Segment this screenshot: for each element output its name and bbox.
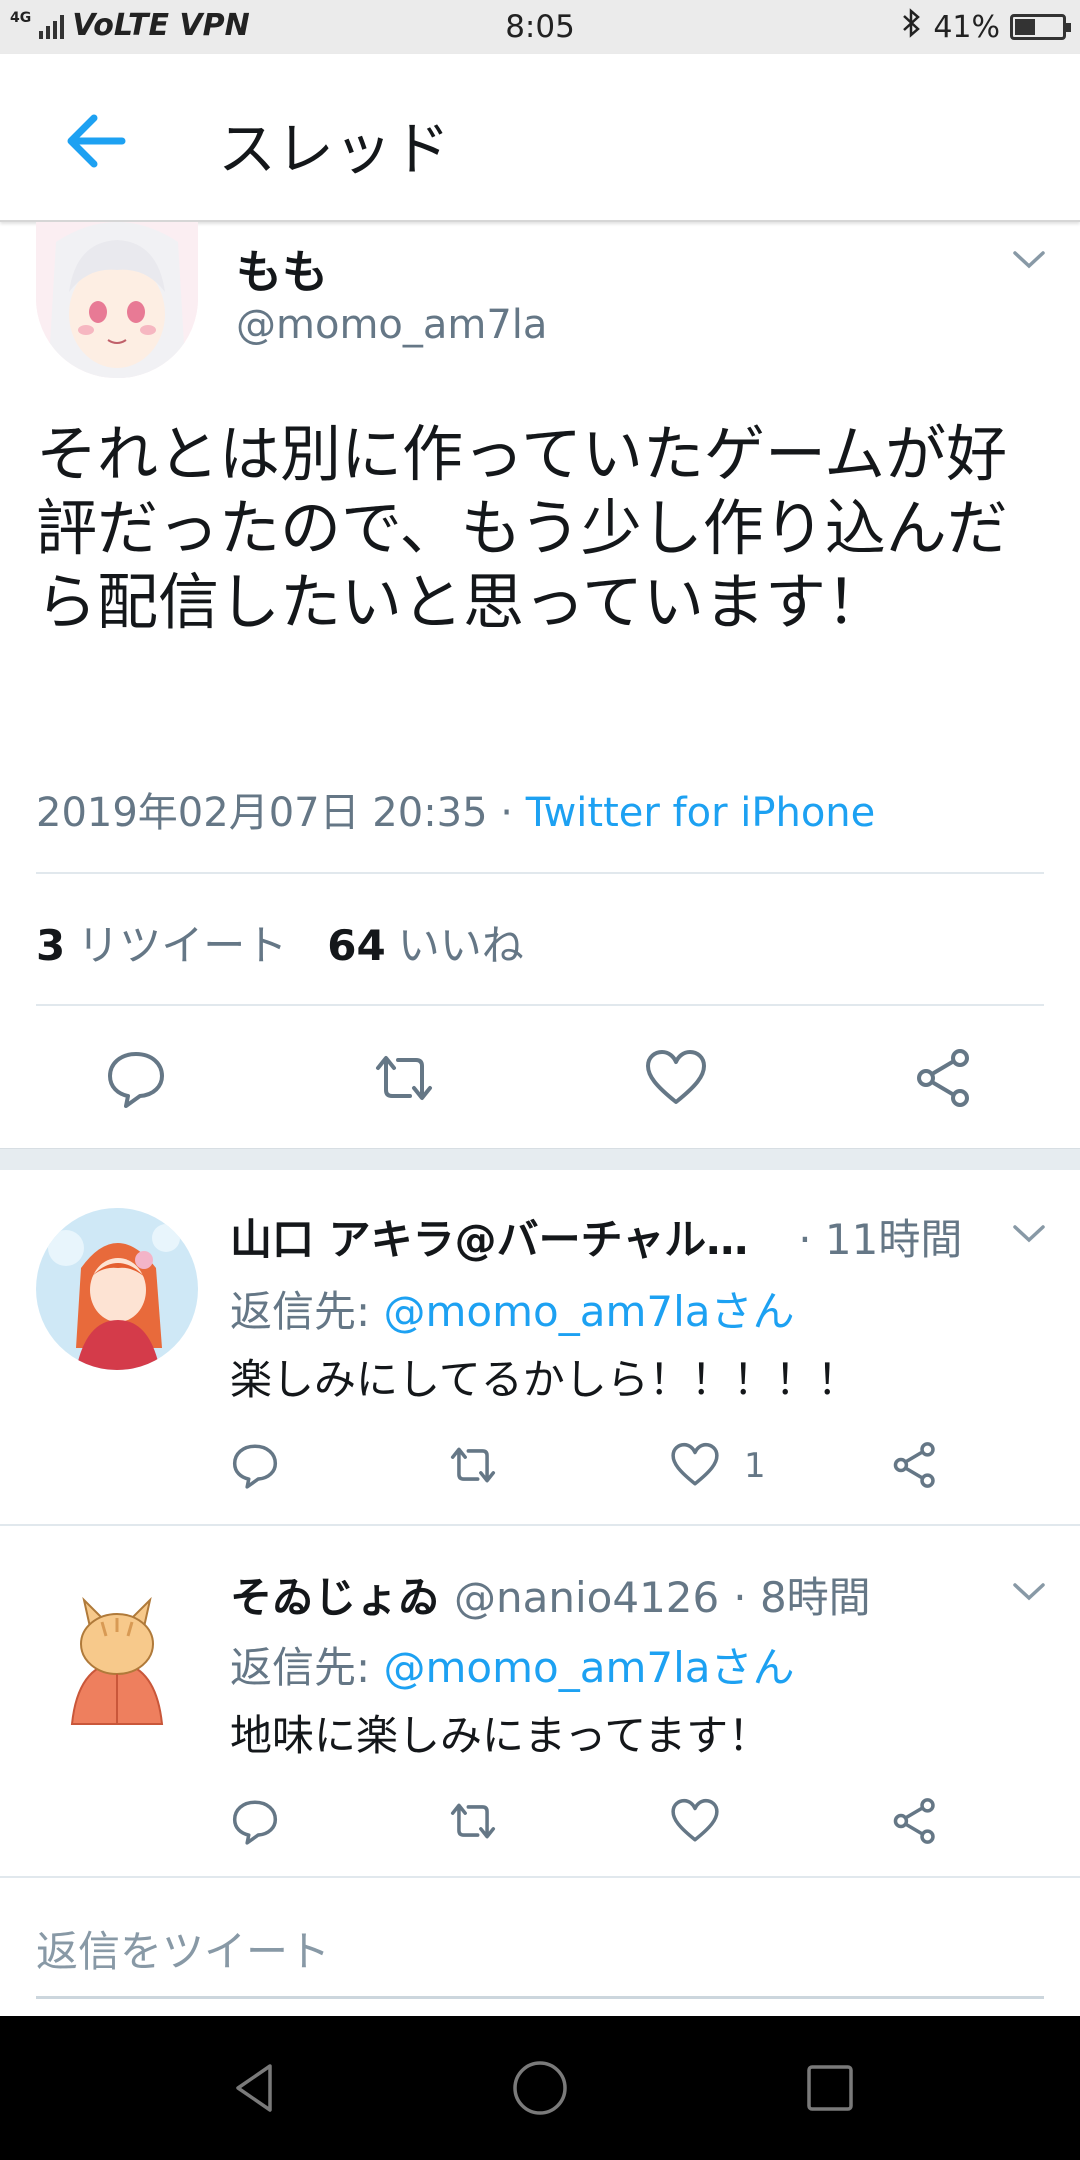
reply-text: 地味に楽しみにまってます！ xyxy=(230,1711,771,1760)
avatar[interactable] xyxy=(36,222,198,378)
home-circle-icon[interactable] xyxy=(510,2058,570,2118)
retweets-stat[interactable]: 3 リツイート xyxy=(36,912,287,973)
back-arrow-icon[interactable] xyxy=(60,106,130,176)
retweet-icon[interactable] xyxy=(372,1046,436,1110)
reply-to-label: 返信先: xyxy=(230,1643,384,1692)
reply-to-line: 返信先: @momo_am7laさん xyxy=(230,1634,795,1695)
bluetooth-icon xyxy=(901,8,923,46)
likes-count: 64 xyxy=(327,921,386,970)
likes-stat[interactable]: 64 いいね xyxy=(327,912,523,973)
recents-square-icon[interactable] xyxy=(800,2058,860,2118)
reply-compose-input[interactable]: 返信をツイート xyxy=(36,1918,330,1979)
like-heart-icon[interactable] xyxy=(644,1046,708,1110)
status-bar: 4G VoLTE VPN 8:05 41% xyxy=(0,0,1080,54)
reply-like-count: 1 xyxy=(744,1446,766,1486)
tweet-timestamp: 2019年02月07日 20:35 xyxy=(36,790,488,836)
divider xyxy=(36,872,1044,874)
retweet-icon[interactable] xyxy=(448,1440,498,1490)
reply-icon[interactable] xyxy=(230,1440,280,1490)
retweets-label: リツイート xyxy=(77,921,288,970)
divider xyxy=(36,1004,1044,1006)
back-triangle-icon[interactable] xyxy=(226,2058,286,2118)
reply-icon[interactable] xyxy=(230,1796,280,1846)
status-right: 41% xyxy=(901,8,1071,46)
app-header: スレッド xyxy=(0,54,1080,222)
reply-author-name[interactable]: 山口 アキラ@バーチャル… xyxy=(230,1206,748,1267)
reply-header: 山口 アキラ@バーチャル… · 11時間 xyxy=(230,1206,962,1267)
chevron-down-icon[interactable] xyxy=(1012,1224,1046,1244)
reply-avatar[interactable] xyxy=(36,1566,198,1728)
tweet-author-handle[interactable]: @momo_am7la xyxy=(236,302,547,348)
section-separator xyxy=(0,1148,1080,1170)
share-icon[interactable] xyxy=(890,1440,940,1490)
tweet-stats: 3 リツイート 64 いいね xyxy=(36,912,524,973)
reply-text: 楽しみにしてるかしら！！！！！ xyxy=(230,1355,859,1404)
likes-label: いいね xyxy=(397,921,524,970)
system-nav-bar xyxy=(0,2016,1080,2160)
chevron-down-icon[interactable] xyxy=(1012,1582,1046,1602)
share-icon[interactable] xyxy=(890,1796,940,1846)
reply-to-user-link[interactable]: @momo_am7laさん xyxy=(384,1287,795,1336)
compose-underline xyxy=(36,1996,1044,1999)
like-heart-icon[interactable] xyxy=(670,1796,720,1846)
tweet-text: それとは別に作っていたゲームが好評だったので、もう少し作り込んだら配信したいと思… xyxy=(36,419,1008,638)
share-icon[interactable] xyxy=(912,1046,976,1110)
like-heart-icon[interactable] xyxy=(670,1440,720,1490)
reply-author-handle[interactable]: @nanio4126 xyxy=(454,1573,719,1622)
reply-to-line: 返信先: @momo_am7laさん xyxy=(230,1278,795,1339)
reply-header: そゐじょゐ @nanio4126 · 8時間 xyxy=(230,1564,871,1625)
reply-time: · 8時間 xyxy=(733,1573,871,1622)
battery-percent: 41% xyxy=(933,9,1000,45)
retweet-icon[interactable] xyxy=(448,1796,498,1846)
reply-icon[interactable] xyxy=(104,1046,168,1110)
tweet-source-link[interactable]: Twitter for iPhone xyxy=(526,790,876,836)
meta-separator: · xyxy=(487,790,526,836)
retweets-count: 3 xyxy=(36,921,66,970)
reply-author-name[interactable]: そゐじょゐ xyxy=(230,1564,440,1625)
battery-icon xyxy=(1010,14,1071,40)
reply-to-user-link[interactable]: @momo_am7laさん xyxy=(384,1643,795,1692)
chevron-down-icon[interactable] xyxy=(1012,250,1046,270)
tweet-meta: 2019年02月07日 20:35 · Twitter for iPhone xyxy=(36,780,875,838)
reply-to-label: 返信先: xyxy=(230,1287,384,1336)
page-title: スレッド xyxy=(218,115,451,183)
reply-avatar[interactable] xyxy=(36,1208,198,1370)
divider xyxy=(0,1876,1080,1878)
divider xyxy=(0,1524,1080,1526)
tweet-author-name[interactable]: もも xyxy=(236,236,328,302)
reply-time: · 11時間 xyxy=(798,1215,963,1264)
